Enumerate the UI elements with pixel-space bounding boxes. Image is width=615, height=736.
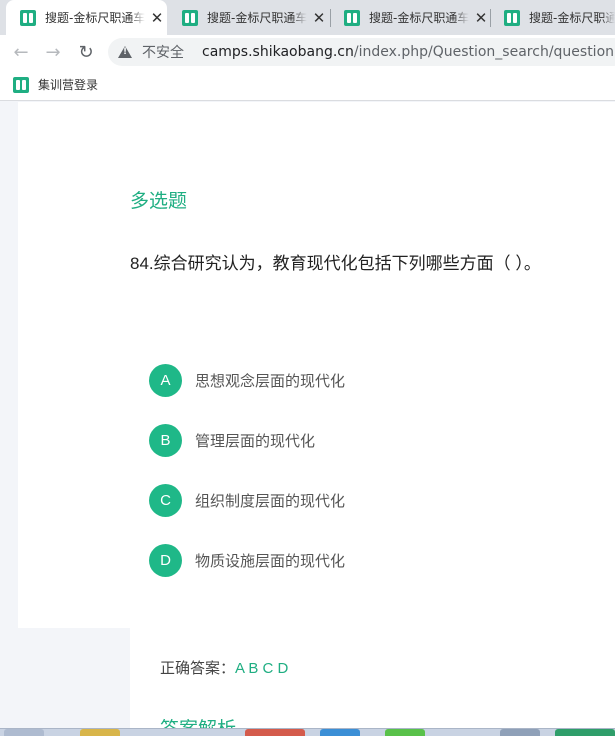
close-tab-icon[interactable]: ✕ [149, 10, 165, 26]
browser-tab-4[interactable]: 搜题-金标尺职通车 [490, 0, 615, 35]
site-favicon-icon [344, 9, 360, 26]
bookmark-favicon-icon [13, 76, 29, 93]
tab-title: 搜题-金标尺职通车 [45, 11, 145, 25]
address-bar[interactable]: 不安全 camps.shikaobang.cn/index.php/Questi… [108, 38, 615, 66]
close-tab-icon[interactable]: ✕ [473, 10, 489, 26]
option-c[interactable]: C 组织制度层面的现代化 [149, 483, 345, 517]
option-letter: B [149, 423, 182, 457]
option-text: 物质设施层面的现代化 [195, 552, 346, 570]
site-favicon-icon [20, 9, 36, 26]
tab-title: 搜题-金标尺职通车 [369, 11, 469, 25]
site-favicon-icon [504, 9, 520, 26]
option-text: 思想观念层面的现代化 [195, 372, 346, 390]
page-content: 多选题 84.综合研究认为，教育现代化包括下列哪些方面（ ）。 A 思想观念层面… [0, 102, 615, 728]
url-host: camps.shikaobang.cn [202, 44, 354, 60]
insecure-label[interactable]: 不安全 [142, 42, 184, 62]
url-text[interactable]: camps.shikaobang.cn/index.php/Question_s… [202, 44, 615, 60]
browser-toolbar: ← → ↻ 不安全 camps.shikaobang.cn/index.php/… [0, 35, 615, 69]
reload-icon[interactable]: ↻ [73, 39, 99, 65]
browser-tab-2[interactable]: 搜题-金标尺职通车 ✕ [168, 0, 328, 35]
bookmark-item[interactable]: 集训营登录 [38, 76, 98, 93]
site-favicon-icon [182, 9, 198, 26]
forward-arrow-icon[interactable]: → [40, 39, 66, 65]
bookmarks-bar: 集训营登录 [0, 69, 615, 101]
taskbar [0, 728, 615, 736]
browser-tab-3[interactable]: 搜题-金标尺职通车 ✕ [330, 0, 490, 35]
taskbar-app-icon[interactable] [80, 729, 120, 736]
option-text: 组织制度层面的现代化 [195, 492, 346, 510]
option-b[interactable]: B 管理层面的现代化 [149, 423, 315, 457]
back-arrow-icon[interactable]: ← [8, 39, 34, 65]
taskbar-app-icon[interactable] [320, 729, 360, 736]
question-type: 多选题 [130, 191, 188, 212]
taskbar-app-icon[interactable] [555, 729, 615, 736]
option-a[interactable]: A 思想观念层面的现代化 [149, 363, 345, 397]
taskbar-start-icon[interactable] [4, 729, 44, 736]
question-card: 多选题 84.综合研究认为，教育现代化包括下列哪些方面（ ）。 A 思想观念层面… [18, 102, 615, 728]
tab-title: 搜题-金标尺职通车 [207, 11, 307, 25]
question-text: 84.综合研究认为，教育现代化包括下列哪些方面（ ）。 [130, 254, 541, 273]
tab-strip: 搜题-金标尺职通车 ✕ 搜题-金标尺职通车 ✕ 搜题-金标尺职通车 ✕ 搜题-金… [0, 0, 615, 35]
option-letter: D [149, 543, 182, 577]
taskbar-app-icon[interactable] [245, 729, 305, 736]
taskbar-app-icon[interactable] [385, 729, 425, 736]
browser-tab-1[interactable]: 搜题-金标尺职通车 ✕ [6, 0, 167, 35]
tab-title: 搜题-金标尺职通车 [529, 11, 615, 25]
option-letter: C [149, 483, 182, 517]
warning-icon[interactable] [118, 46, 132, 58]
option-text: 管理层面的现代化 [195, 432, 316, 450]
taskbar-app-icon[interactable] [500, 729, 540, 736]
url-path: /index.php/Question_search/question?qi [353, 44, 615, 60]
option-letter: A [149, 363, 182, 397]
option-d[interactable]: D 物质设施层面的现代化 [149, 543, 345, 577]
close-tab-icon[interactable]: ✕ [311, 10, 327, 26]
